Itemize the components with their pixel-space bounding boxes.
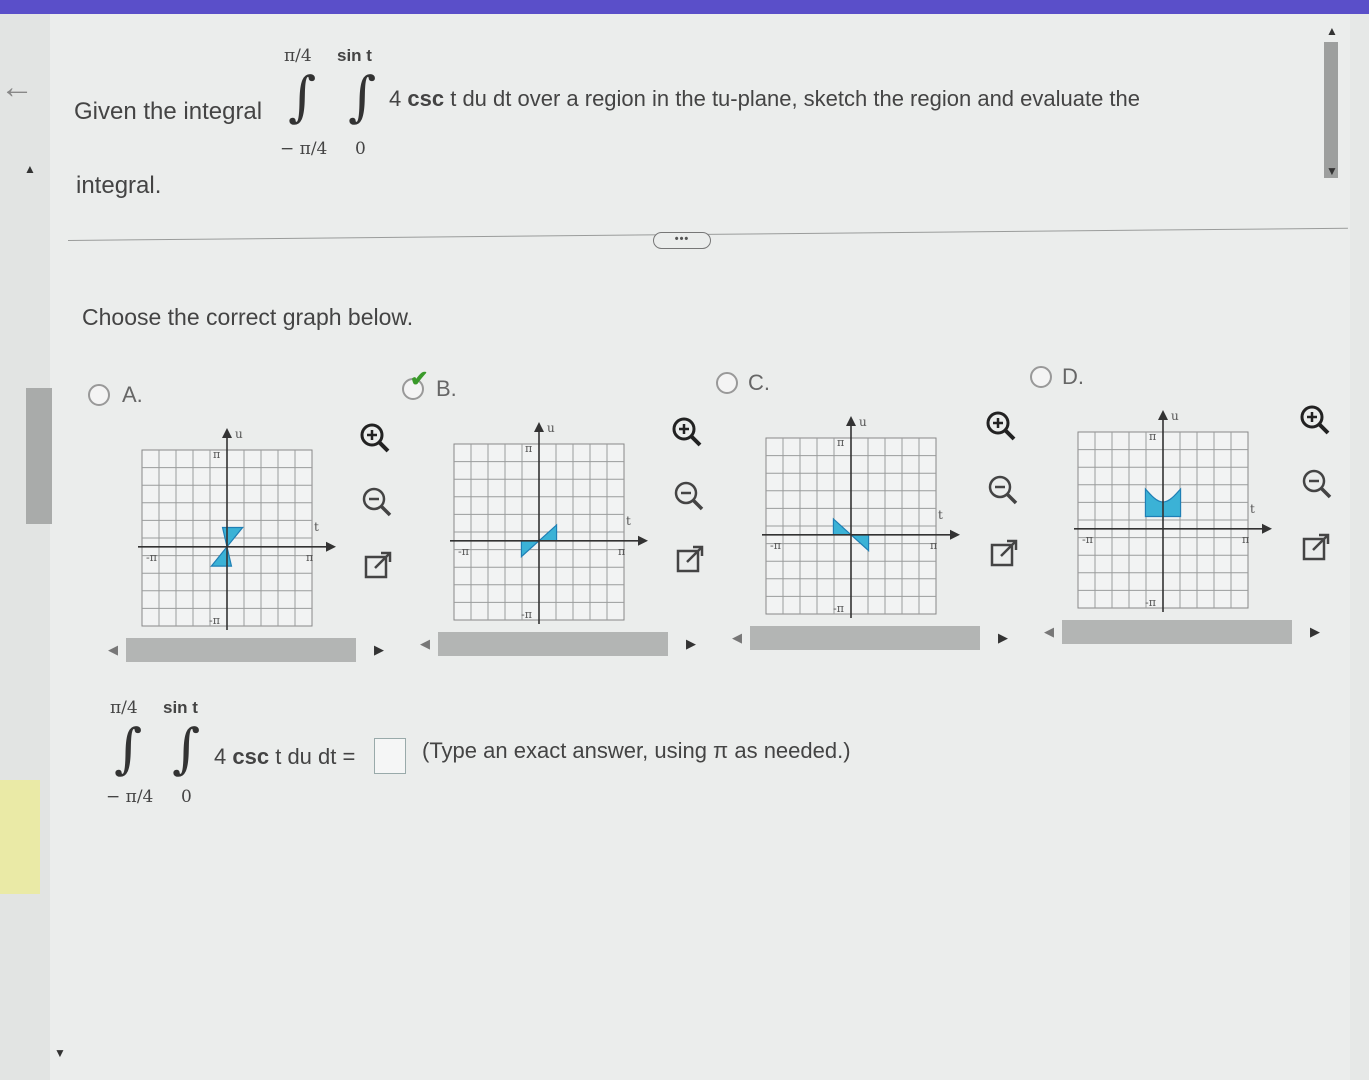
left-scroll-down-icon[interactable]: ▼ (54, 1046, 66, 1060)
scroll-down-icon[interactable]: ▼ (1326, 164, 1338, 178)
scroll-right-icon[interactable]: ▶ (1310, 624, 1320, 640)
option-c-label: C. (748, 370, 770, 395)
answer-inner-upper-limit: sin t (163, 698, 198, 717)
answer-outer-lower-limit: − π/4 (106, 787, 154, 807)
inner-upper-limit: sin t (337, 46, 372, 65)
outer-lower-limit: − π/4 (280, 139, 328, 159)
tick-label: π (525, 442, 532, 455)
right-scrollbar[interactable]: ▲ ▼ (1322, 24, 1342, 184)
scroll-left-icon[interactable]: ◀ (420, 636, 430, 652)
question-prefix: Given the integral (74, 98, 263, 125)
tick-label: -π (521, 608, 532, 621)
inner-lower-limit: 0 (355, 139, 366, 159)
scroll-left-icon[interactable]: ◀ (1044, 624, 1054, 640)
scrollbar-track[interactable] (126, 638, 356, 662)
zoom-in-icon[interactable] (357, 420, 391, 454)
scroll-right-icon[interactable]: ▶ (686, 636, 696, 652)
tick-label: -π (833, 602, 844, 615)
zoom-in-icon[interactable] (669, 414, 703, 448)
zoom-out-icon[interactable] (985, 472, 1019, 506)
answer-integrand: 4 csc t du dt = (214, 744, 356, 769)
external-link-icon[interactable] (1299, 530, 1333, 564)
graph-option-a: u t π π -π -π (134, 420, 344, 640)
scroll-right-icon[interactable]: ▶ (998, 630, 1008, 646)
tick-label: -π (1082, 533, 1093, 546)
inner-integral-sign: ∫ (348, 65, 377, 128)
integrand-text: 4 csc t du dt over a region in the tu-pl… (389, 86, 1141, 111)
left-scroll-up-icon[interactable]: ▲ (24, 162, 36, 176)
arrow-icon (1262, 523, 1272, 534)
u-axis-label: u (859, 415, 867, 429)
t-axis-label: t (1250, 502, 1255, 516)
tick-label: π (213, 448, 220, 461)
external-link-icon[interactable] (673, 542, 707, 576)
t-axis-label: t (314, 520, 319, 534)
graph-option-b: u t π π -π -π (446, 414, 656, 634)
tick-label: π (306, 551, 313, 564)
t-axis-label: t (938, 508, 943, 522)
back-arrow-icon[interactable]: ← (0, 70, 34, 104)
tick-label: -π (770, 539, 781, 552)
scroll-left-icon[interactable]: ◀ (732, 630, 742, 646)
zoom-in-icon[interactable] (983, 408, 1017, 442)
outer-upper-limit: π/4 (284, 46, 312, 66)
arrow-icon (1158, 410, 1168, 420)
tick-label: π (930, 539, 937, 552)
more-button[interactable]: ••• (653, 232, 711, 249)
tick-label: π (618, 545, 625, 558)
tick-label: -π (146, 551, 157, 564)
arrow-icon (846, 416, 856, 426)
tick-label: π (1242, 533, 1249, 546)
arrow-icon (638, 535, 648, 546)
tick-label: -π (1145, 596, 1156, 609)
graph-option-d: u t π π -π -π (1070, 402, 1280, 622)
option-d-label: D. (1062, 364, 1084, 389)
external-link-icon[interactable] (987, 536, 1021, 570)
scrollbar-track[interactable] (750, 626, 980, 650)
u-axis-label: u (235, 427, 243, 441)
u-axis-label: u (547, 421, 555, 435)
question-wrap: integral. (76, 172, 162, 199)
option-b-label: B. (436, 376, 457, 401)
arrow-icon (534, 422, 544, 432)
zoom-in-icon[interactable] (1297, 402, 1331, 436)
arrow-icon (950, 529, 960, 540)
radio-option-a[interactable] (88, 384, 110, 406)
answer-outer-upper-limit: π/4 (110, 698, 138, 718)
option-a-label: A. (122, 382, 143, 407)
tick-label: π (1149, 430, 1156, 443)
zoom-out-icon[interactable] (1299, 466, 1333, 500)
t-axis-label: t (626, 514, 631, 528)
radio-option-c[interactable] (716, 372, 738, 394)
answer-outer-integral-sign: ∫ (114, 717, 143, 780)
answer-input[interactable] (374, 738, 406, 774)
scrollbar-track[interactable] (1062, 620, 1292, 644)
checkmark-icon: ✔ (410, 366, 429, 391)
left-scrollbar-thumb[interactable] (26, 388, 52, 524)
scroll-up-icon[interactable]: ▲ (1326, 24, 1338, 38)
scrollbar-track[interactable] (438, 632, 668, 656)
answer-inner-integral-sign: ∫ (172, 717, 201, 780)
zoom-out-icon[interactable] (671, 478, 705, 512)
scroll-left-icon[interactable]: ◀ (108, 642, 118, 658)
u-axis-label: u (1171, 409, 1179, 423)
scrollbar-thumb[interactable] (1324, 42, 1338, 178)
zoom-out-icon[interactable] (359, 484, 393, 518)
answer-hint: (Type an exact answer, using π as needed… (422, 738, 851, 763)
top-color-bar (0, 0, 1369, 14)
tick-label: -π (209, 614, 220, 627)
tick-label: -π (458, 545, 469, 558)
highlight-marker (0, 780, 40, 894)
graph-option-c: u t π π -π -π (758, 408, 968, 628)
outer-integral-sign: ∫ (288, 65, 317, 128)
choose-prompt: Choose the correct graph below. (82, 304, 414, 330)
tick-label: π (837, 436, 844, 449)
arrow-icon (222, 428, 232, 438)
arrow-icon (326, 541, 336, 552)
radio-option-d[interactable] (1030, 366, 1052, 388)
answer-inner-lower-limit: 0 (181, 787, 192, 807)
external-link-icon[interactable] (361, 548, 395, 582)
scroll-right-icon[interactable]: ▶ (374, 642, 384, 658)
